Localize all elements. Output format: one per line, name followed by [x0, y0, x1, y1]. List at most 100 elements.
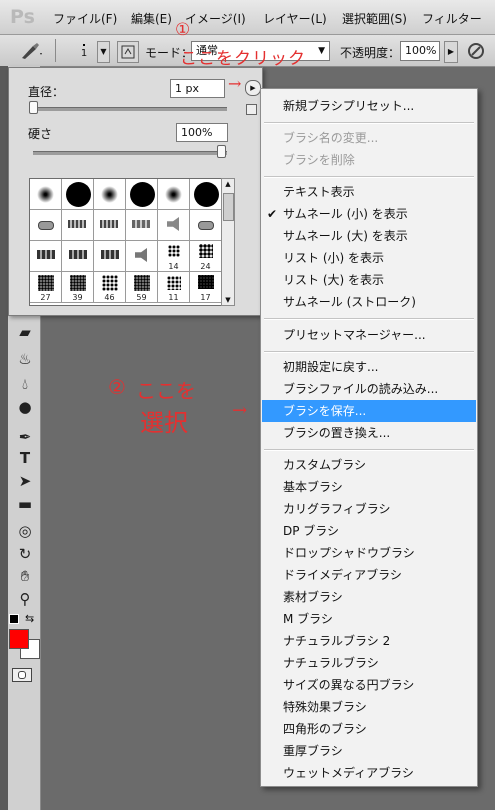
menu-item-dp-brushes[interactable]: DP ブラシ — [262, 520, 476, 542]
menu-item-natural-brushes[interactable]: ナチュラルブラシ — [262, 652, 476, 674]
annotation-step2-arrow: → — [232, 400, 248, 421]
type-tool-icon[interactable]: T — [14, 448, 36, 468]
brush-preset[interactable] — [126, 241, 158, 272]
menu-item-delete-brush: ブラシを削除 — [283, 153, 355, 167]
toggle-brush-panel-icon[interactable] — [117, 41, 139, 63]
brush-preset[interactable] — [158, 179, 190, 210]
quick-mask-icon[interactable] — [12, 668, 32, 682]
brush-preset[interactable]: 59 — [126, 272, 158, 303]
menu-filter[interactable]: フィルター — [422, 10, 482, 27]
brush-grid-scrollbar[interactable]: ▲ ▼ — [221, 178, 235, 306]
brush-preset[interactable] — [190, 179, 222, 210]
3d-rotate-tool-icon[interactable]: ◎ — [14, 521, 36, 541]
menu-select[interactable]: 選択範囲(S) — [342, 10, 407, 27]
menu-item-square-brushes[interactable]: 四角形のブラシ — [262, 718, 476, 740]
annotation-step2-text-line2: 選択 — [140, 409, 188, 437]
menu-item-load-brushes[interactable]: ブラシファイルの読み込み... — [262, 378, 476, 400]
menu-item-basic-brushes[interactable]: 基本ブラシ — [262, 476, 476, 498]
hardness-slider-thumb[interactable] — [217, 145, 226, 158]
menu-item-new-brush-preset[interactable]: 新規ブラシプリセット... — [262, 95, 476, 117]
hardness-slider[interactable] — [33, 151, 227, 155]
blur-tool-icon[interactable]: 💧︎ — [14, 374, 36, 394]
menu-image[interactable]: イメージ(I) — [185, 10, 246, 27]
scroll-down-icon[interactable]: ▼ — [222, 295, 234, 305]
brush-preset[interactable] — [94, 241, 126, 272]
brush-preset[interactable]: 39 — [62, 272, 94, 303]
brush-preset[interactable]: 17 — [190, 272, 222, 303]
menu-item-dry-media-brushes[interactable]: ドライメディアブラシ — [262, 564, 476, 586]
menu-item-replace-brushes[interactable]: ブラシの置き換え... — [262, 422, 476, 444]
opacity-slider-button[interactable]: ▶ — [444, 41, 458, 63]
brush-preset[interactable] — [190, 210, 222, 241]
menu-item-large-thumbnail[interactable]: サムネール (大) を表示 — [262, 225, 476, 247]
brush-preset[interactable] — [62, 179, 94, 210]
scroll-up-icon[interactable]: ▲ — [222, 179, 234, 189]
brush-preset[interactable] — [126, 179, 158, 210]
paint-bucket-tool-icon[interactable]: ♨ — [14, 349, 36, 369]
dodge-tool-icon[interactable]: ● — [14, 397, 36, 417]
airbrush-icon[interactable] — [466, 41, 486, 61]
menu-item-thick-heavy-brushes[interactable]: 重厚ブラシ — [262, 740, 476, 762]
brush-preset[interactable]: 11 — [158, 272, 190, 303]
menu-file[interactable]: ファイル(F) — [53, 10, 117, 27]
brush-preset[interactable] — [158, 210, 190, 241]
path-selection-tool-icon[interactable]: ➤ — [14, 471, 36, 491]
brush-preset[interactable]: 14 — [158, 241, 190, 272]
brush-preset[interactable]: 24 — [190, 241, 222, 272]
new-preset-icon[interactable] — [246, 104, 257, 115]
menu-item-wet-media-brushes[interactable]: ウェットメディアブラシ — [262, 762, 476, 784]
menu-item-save-brushes[interactable]: ブラシを保存... — [262, 400, 476, 422]
menu-item-custom-brushes[interactable]: カスタムブラシ — [262, 454, 476, 476]
menu-item-special-effect-brushes[interactable]: 特殊効果ブラシ — [262, 696, 476, 718]
menu-item-small-list[interactable]: リスト (小) を表示 — [262, 247, 476, 269]
brush-preset[interactable]: 46 — [94, 272, 126, 303]
menu-bar: Ps ファイル(F) 編集(E) イメージ(I) レイヤー(L) 選択範囲(S)… — [0, 0, 495, 35]
menu-item-natural-brushes-2[interactable]: ナチュラルブラシ 2 — [262, 630, 476, 652]
swap-colors-icon[interactable]: ⇆ — [25, 612, 34, 625]
brush-picker-dropdown-button[interactable]: ▼ — [97, 41, 110, 63]
diameter-field[interactable]: 1 px — [170, 79, 225, 98]
brush-preset[interactable] — [30, 179, 62, 210]
brush-preset[interactable] — [94, 210, 126, 241]
menu-item-m-brushes[interactable]: M ブラシ — [262, 608, 476, 630]
menu-item-preset-manager[interactable]: プリセットマネージャー... — [262, 324, 476, 346]
brush-preset[interactable]: 27 — [30, 272, 62, 303]
scrollbar-thumb[interactable] — [223, 193, 234, 221]
menu-item-drop-shadow-brushes[interactable]: ドロップシャドウブラシ — [262, 542, 476, 564]
menu-edit[interactable]: 編集(E) — [131, 10, 172, 27]
diameter-label: 直径： — [28, 85, 65, 99]
foreground-color-swatch[interactable] — [9, 629, 29, 649]
menu-item-assorted-round-brushes[interactable]: サイズの異なる円ブラシ — [262, 674, 476, 696]
3d-orbit-tool-icon[interactable]: ↻ — [14, 544, 36, 564]
hand-tool-icon[interactable]: ✋︎ — [14, 566, 36, 586]
menu-separator — [264, 318, 474, 320]
menu-item-stroke-thumbnail[interactable]: サムネール (ストローク) — [262, 291, 476, 313]
brush-tool-preset-icon[interactable] — [18, 41, 42, 61]
menu-item-small-thumbnail[interactable]: ✔ サムネール (小) を表示 — [262, 203, 476, 225]
rectangle-tool-icon[interactable]: ▬ — [14, 494, 36, 514]
eraser-tool-icon[interactable]: ▰ — [14, 322, 36, 342]
menu-item-calligraphic-brushes[interactable]: カリグラフィブラシ — [262, 498, 476, 520]
brush-preset[interactable] — [30, 210, 62, 241]
panel-menu-arrow-button[interactable]: ▶ — [245, 80, 261, 96]
brush-size-preview[interactable]: 1 — [72, 41, 96, 61]
zoom-tool-icon[interactable]: ⚲ — [14, 589, 36, 609]
brush-preset[interactable] — [62, 241, 94, 272]
tools-panel-edge — [0, 66, 8, 810]
menu-item-text-only[interactable]: テキスト表示 — [262, 181, 476, 203]
default-colors-icon[interactable] — [9, 614, 19, 624]
diameter-slider[interactable] — [33, 107, 227, 111]
opacity-field[interactable]: 100% — [400, 41, 440, 61]
brush-preset[interactable] — [62, 210, 94, 241]
diameter-slider-thumb[interactable] — [29, 101, 38, 114]
menu-item-faux-finish-brushes[interactable]: 素材ブラシ — [262, 586, 476, 608]
pen-tool-icon[interactable]: ✒ — [14, 427, 36, 447]
brush-preset[interactable] — [126, 210, 158, 241]
menu-item-reset-brushes[interactable]: 初期設定に戻す... — [262, 356, 476, 378]
menu-separator — [264, 449, 474, 451]
menu-layer[interactable]: レイヤー(L) — [263, 10, 327, 27]
brush-preset[interactable] — [94, 179, 126, 210]
brush-preset[interactable] — [30, 241, 62, 272]
hardness-field[interactable]: 100% — [176, 123, 228, 142]
menu-item-large-list[interactable]: リスト (大) を表示 — [262, 269, 476, 291]
